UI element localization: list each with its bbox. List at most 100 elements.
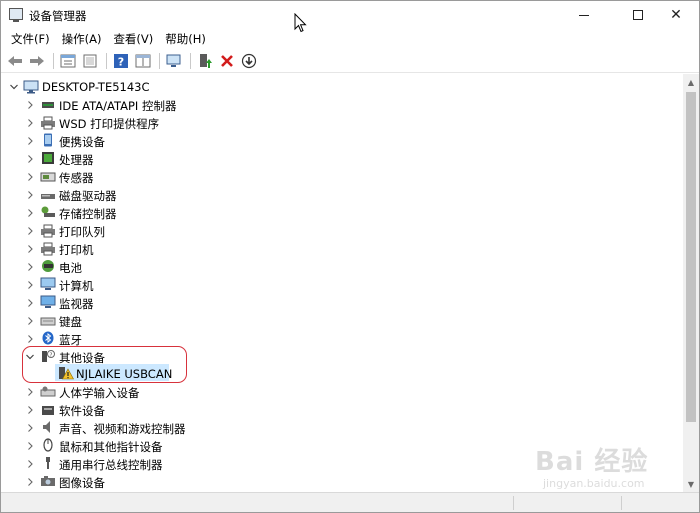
computer-icon <box>40 277 56 290</box>
tree-item-sound-video-game[interactable]: 声音、视频和游戏控制器 <box>1 419 683 437</box>
maximize-icon <box>633 10 643 20</box>
usb-icon <box>46 457 50 469</box>
update-driver-button[interactable] <box>195 51 215 71</box>
disk-drive-icon <box>41 194 55 199</box>
help-icon: ? <box>114 53 128 68</box>
chevron-right-icon[interactable] <box>25 262 35 272</box>
tree-item-monitors[interactable]: 监视器 <box>1 294 683 312</box>
tree-item-label: 磁盘驱动器 <box>59 189 117 203</box>
chevron-right-icon[interactable] <box>25 172 35 182</box>
imaging-device-icon <box>41 476 55 486</box>
window-title: 设备管理器 <box>29 9 87 23</box>
update-driver-icon <box>200 53 212 68</box>
chevron-right-icon[interactable] <box>25 244 35 254</box>
disable-device-button[interactable] <box>239 51 259 71</box>
chevron-right-icon[interactable] <box>25 316 35 326</box>
tree-item-label: 计算机 <box>59 279 94 293</box>
tree-item-batteries[interactable]: 电池 <box>1 258 683 276</box>
tree-item-printers[interactable]: 打印机 <box>1 240 683 258</box>
list-view-button[interactable] <box>80 51 100 71</box>
chevron-right-icon[interactable] <box>25 154 35 164</box>
tree-item-label: 人体学输入设备 <box>59 386 140 400</box>
chevron-right-icon[interactable] <box>25 208 35 218</box>
chevron-right-icon[interactable] <box>25 334 35 344</box>
forward-button[interactable] <box>27 51 47 71</box>
details-view-button[interactable] <box>133 51 153 71</box>
menu-bar: 文件(F) 操作(A) 查看(V) 帮助(H) <box>1 29 699 49</box>
tree-item-label: 传感器 <box>59 171 94 185</box>
chevron-right-icon[interactable] <box>25 423 35 433</box>
tree-root[interactable]: DESKTOP-TE5143C <box>1 78 683 96</box>
minimize-button[interactable] <box>561 1 607 29</box>
tree-item-keyboards[interactable]: 键盘 <box>1 312 683 330</box>
chevron-right-icon[interactable] <box>25 441 35 451</box>
printer-icon <box>41 242 55 256</box>
chevron-right-icon[interactable] <box>25 477 35 487</box>
device-manager-app-icon <box>9 8 23 22</box>
menu-view[interactable]: 查看(V) <box>107 31 159 47</box>
sound-icon <box>43 421 50 433</box>
chevron-right-icon[interactable] <box>25 298 35 308</box>
tree-item-hid[interactable]: 人体学输入设备 <box>1 383 683 401</box>
tree-item-label: 处理器 <box>59 153 94 167</box>
tree-item-label: 存储控制器 <box>59 207 117 221</box>
scan-hardware-button[interactable] <box>164 51 184 71</box>
tree-item-sensors[interactable]: 传感器 <box>1 168 683 186</box>
minimize-icon <box>579 14 589 16</box>
chevron-right-icon[interactable] <box>25 190 35 200</box>
tree-item-label: 软件设备 <box>59 404 105 418</box>
tree-item-label: 监视器 <box>59 297 94 311</box>
uninstall-icon <box>221 54 233 67</box>
close-icon: ✕ <box>670 7 682 23</box>
back-button[interactable] <box>5 51 25 71</box>
chevron-right-icon[interactable] <box>25 405 35 415</box>
tree-item-label: WSD 打印提供程序 <box>59 117 160 131</box>
wsd-printer-icon <box>41 116 55 130</box>
tree-item-label: 通用串行总线控制器 <box>59 458 163 472</box>
annotation-highlight-box <box>22 346 187 383</box>
disable-device-icon <box>241 53 257 68</box>
chevron-right-icon[interactable] <box>25 118 35 128</box>
chevron-right-icon[interactable] <box>25 100 35 110</box>
uninstall-device-button[interactable] <box>217 51 237 71</box>
menu-file[interactable]: 文件(F) <box>5 31 56 47</box>
scroll-up-button[interactable]: ▲ <box>683 74 699 90</box>
scrollbar-thumb[interactable] <box>686 92 696 422</box>
chevron-right-icon[interactable] <box>25 459 35 469</box>
print-queue-icon <box>41 224 55 238</box>
tree-item-label: 打印机 <box>59 243 94 257</box>
tree-item-ide-controller[interactable]: IDE ATA/ATAPI 控制器 <box>1 96 683 114</box>
chevron-right-icon[interactable] <box>25 387 35 397</box>
chevron-right-icon[interactable] <box>25 280 35 290</box>
device-tree: DESKTOP-TE5143C IDE ATA/ATAPI 控制器 WSD 打印… <box>1 74 683 492</box>
tree-item-wsd-printer[interactable]: WSD 打印提供程序 <box>1 114 683 132</box>
chevron-right-icon[interactable] <box>25 136 35 146</box>
chevron-right-icon[interactable] <box>25 226 35 236</box>
chevron-up-icon: ▲ <box>687 77 695 87</box>
title-bar[interactable]: 设备管理器 ✕ <box>1 1 699 29</box>
back-arrow-icon <box>8 55 22 66</box>
tree-item-label: 图像设备 <box>59 476 105 490</box>
monitor-icon <box>40 295 56 308</box>
help-button[interactable]: ? <box>111 51 131 71</box>
sensor-icon <box>40 172 56 182</box>
tree-item-computer[interactable]: 计算机 <box>1 276 683 294</box>
close-button[interactable]: ✕ <box>653 1 699 29</box>
device-manager-window: 设备管理器 ✕ 文件(F) 操作(A) 查看(V) 帮助(H) ? DESKTO… <box>0 0 700 513</box>
tree-item-disk-drives[interactable]: 磁盘驱动器 <box>1 186 683 204</box>
tree-item-print-queues[interactable]: 打印队列 <box>1 222 683 240</box>
menu-help[interactable]: 帮助(H) <box>159 31 212 47</box>
chevron-down-icon[interactable] <box>9 82 19 92</box>
tree-item-label: 鼠标和其他指针设备 <box>59 440 163 454</box>
tree-item-portable-devices[interactable]: 便携设备 <box>1 132 683 150</box>
portable-device-icon <box>44 133 52 147</box>
tree-item-label: 键盘 <box>59 315 82 329</box>
properties-button[interactable] <box>58 51 78 71</box>
tree-item-storage-controllers[interactable]: 存储控制器 <box>1 204 683 222</box>
toolbar-separator <box>159 52 160 69</box>
vertical-scrollbar[interactable]: ▲ ▼ <box>683 74 699 492</box>
tree-item-software-devices[interactable]: 软件设备 <box>1 401 683 419</box>
tree-item-processors[interactable]: 处理器 <box>1 150 683 168</box>
bluetooth-icon <box>42 331 54 345</box>
menu-action[interactable]: 操作(A) <box>56 31 108 47</box>
